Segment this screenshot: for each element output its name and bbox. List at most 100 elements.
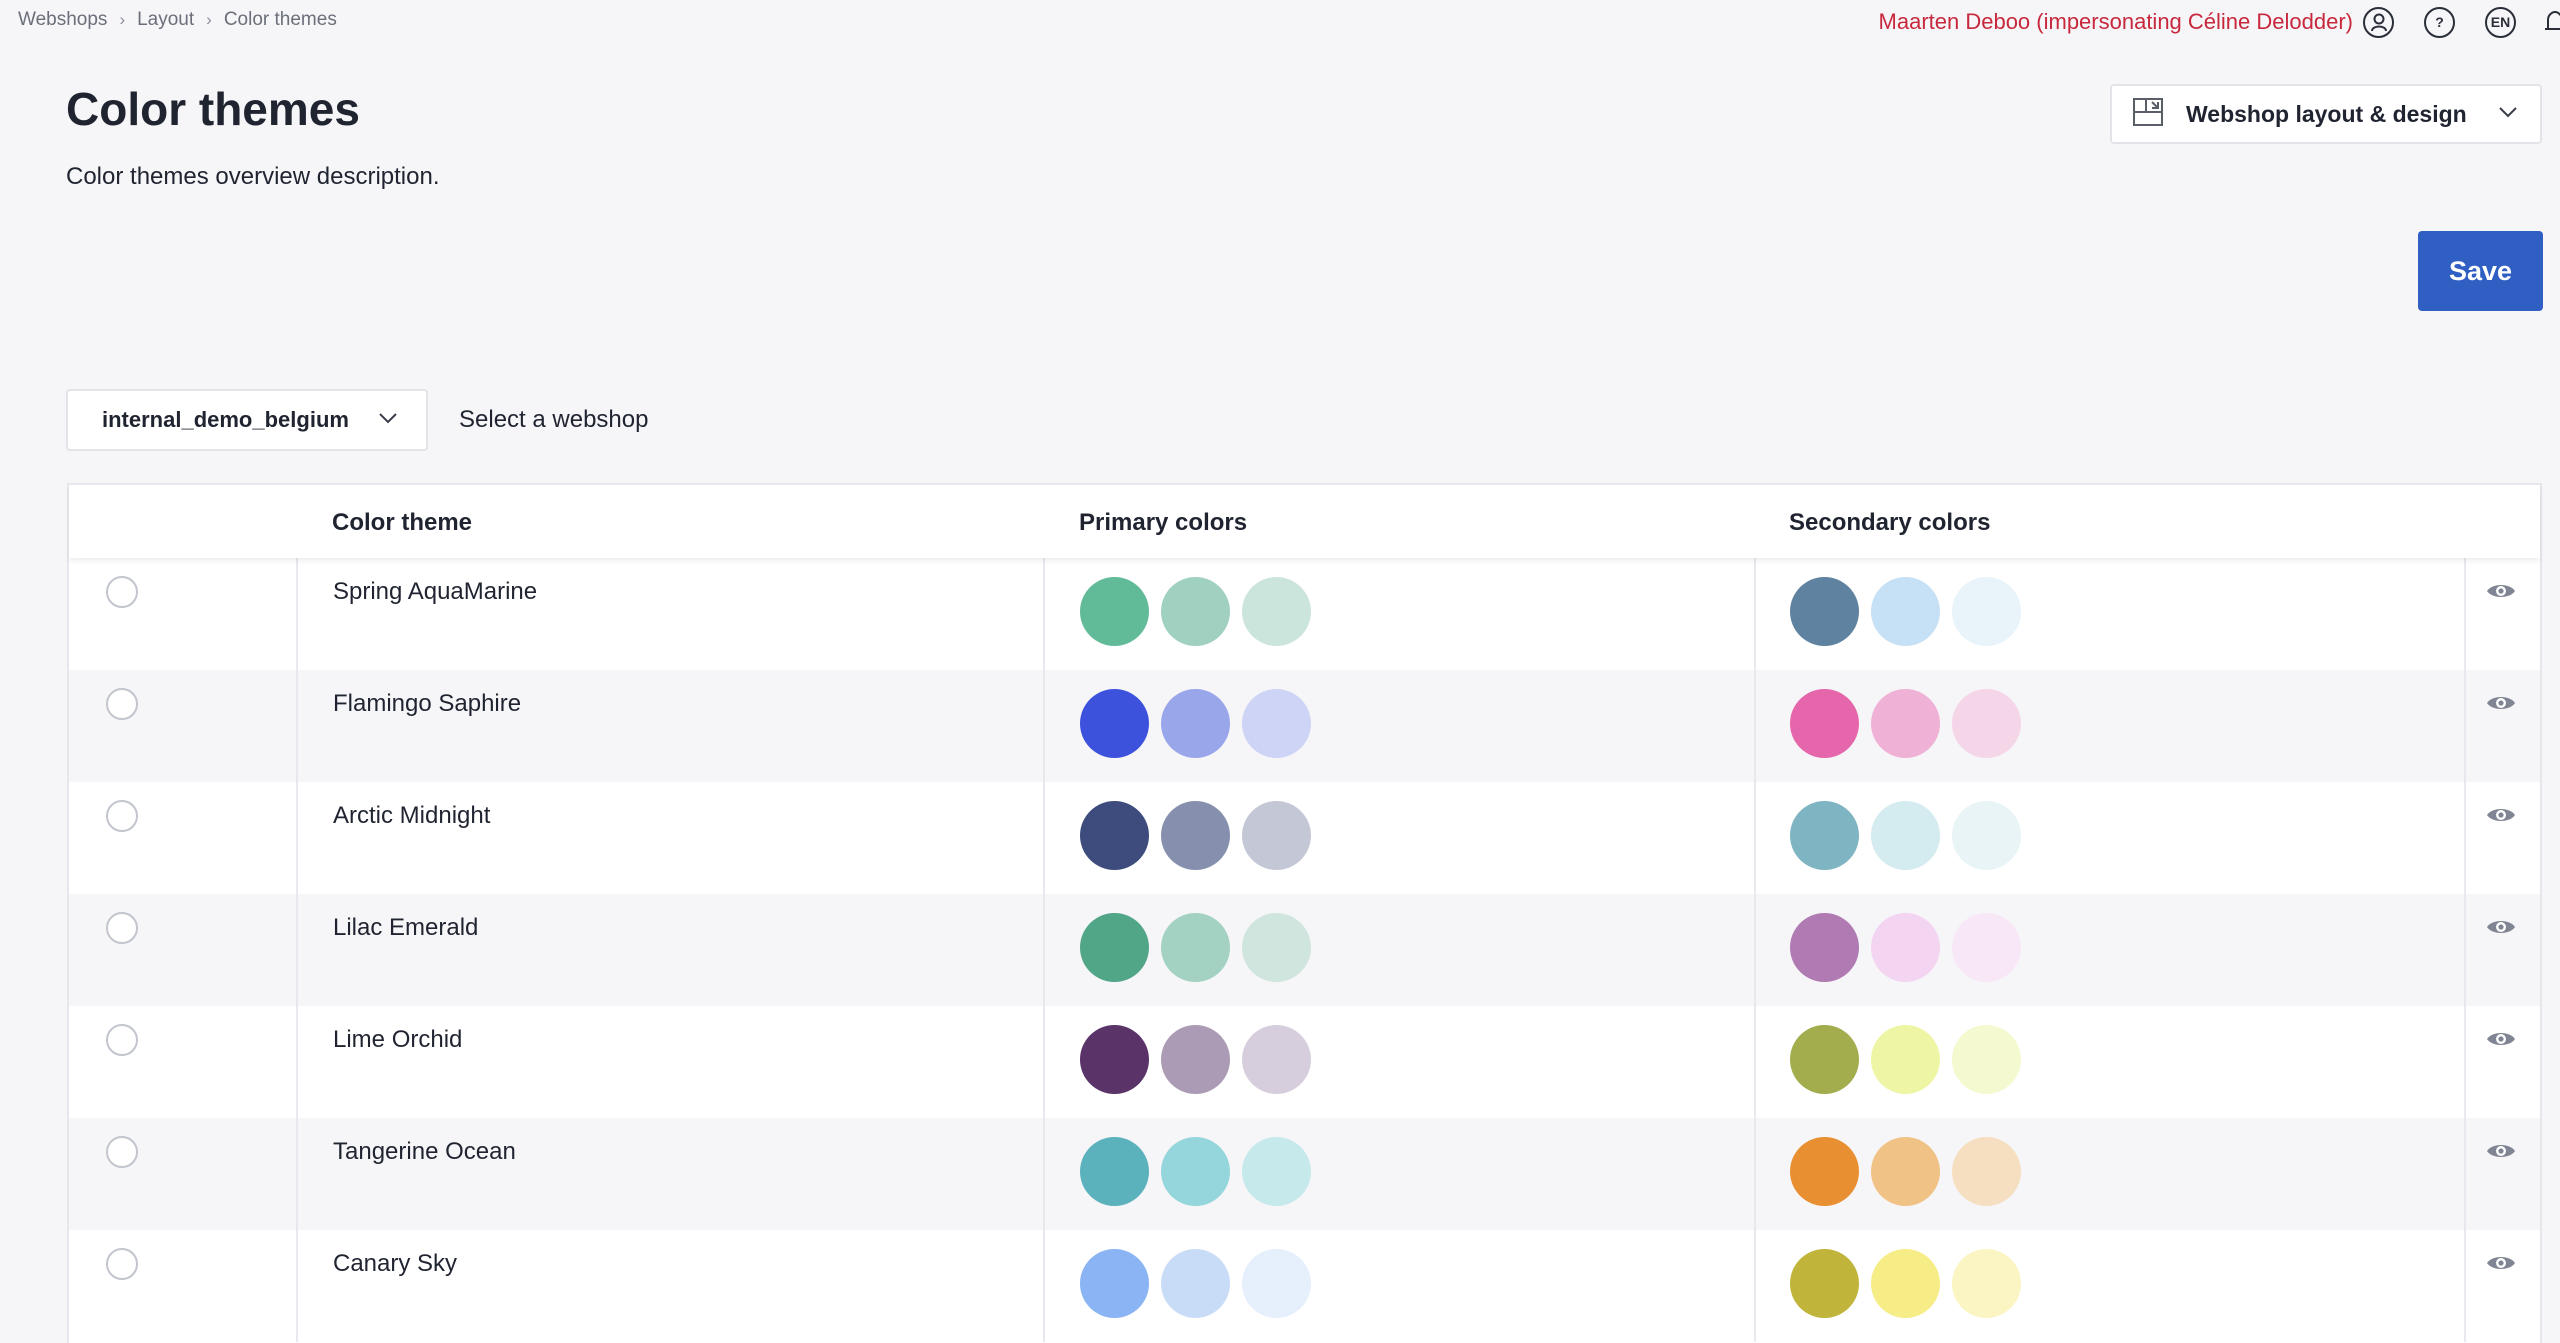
color-swatch <box>1790 1137 1859 1206</box>
column-divider <box>1754 1006 1756 1118</box>
color-swatch <box>1871 577 1940 646</box>
chevron-right-icon: › <box>206 10 212 29</box>
primary-swatches <box>1080 1249 1323 1318</box>
primary-swatches <box>1080 1137 1323 1206</box>
color-themes-table: Color theme Primary colors Secondary col… <box>67 483 2542 1343</box>
secondary-swatches <box>1790 913 2033 982</box>
eye-icon[interactable] <box>2486 805 2516 825</box>
theme-radio[interactable] <box>106 1024 138 1056</box>
color-swatch <box>1952 801 2021 870</box>
eye-icon[interactable] <box>2486 581 2516 601</box>
column-divider <box>2464 1230 2466 1342</box>
column-divider <box>1754 782 1756 894</box>
color-swatch <box>1871 1249 1940 1318</box>
color-swatch <box>1790 801 1859 870</box>
column-divider <box>2464 782 2466 894</box>
page-description: Color themes overview description. <box>66 163 440 190</box>
column-divider <box>1043 894 1045 1006</box>
color-swatch <box>1871 801 1940 870</box>
breadcrumb-webshops[interactable]: Webshops <box>18 9 107 31</box>
column-divider <box>2464 558 2466 670</box>
color-swatch <box>1161 1249 1230 1318</box>
color-swatch <box>1952 1025 2021 1094</box>
color-swatch <box>1871 1137 1940 1206</box>
column-header-theme: Color theme <box>332 509 473 536</box>
theme-name: Lilac Emerald <box>333 914 479 941</box>
theme-radio[interactable] <box>106 576 138 608</box>
color-swatch <box>1790 1249 1859 1318</box>
theme-name: Lime Orchid <box>333 1026 463 1053</box>
theme-radio[interactable] <box>106 1136 138 1168</box>
secondary-swatches <box>1790 577 2033 646</box>
secondary-swatches <box>1790 1249 2033 1318</box>
user-toolbar: Maarten Deboo (impersonating Céline Delo… <box>1879 0 2560 44</box>
webshop-dropdown-value: internal_demo_belgium <box>102 407 349 432</box>
chevron-right-icon: › <box>119 10 126 29</box>
section-dropdown[interactable]: Webshop layout & design <box>2110 84 2542 144</box>
eye-icon[interactable] <box>2486 1029 2516 1049</box>
color-swatch <box>1242 1025 1311 1094</box>
impersonate-icon[interactable] <box>2363 6 2394 38</box>
column-divider <box>1754 558 1756 670</box>
eye-icon[interactable] <box>2486 917 2516 937</box>
color-swatch <box>1790 913 1859 982</box>
bell-icon[interactable] <box>2540 7 2560 37</box>
color-swatch <box>1161 1137 1230 1206</box>
color-swatch <box>1952 1249 2021 1318</box>
theme-name: Flamingo Saphire <box>333 690 522 717</box>
layout-icon <box>2132 97 2164 132</box>
column-divider <box>1043 670 1045 782</box>
color-swatch <box>1080 913 1149 982</box>
table-row: Canary Sky <box>69 1230 2540 1342</box>
language-button[interactable]: EN <box>2485 6 2516 38</box>
table-header: Color theme Primary colors Secondary col… <box>69 485 2540 558</box>
column-divider <box>1043 782 1045 894</box>
column-divider <box>2464 670 2466 782</box>
primary-swatches <box>1080 577 1323 646</box>
column-divider <box>296 782 298 894</box>
column-divider <box>1043 1118 1045 1230</box>
breadcrumb-layout[interactable]: Layout <box>137 9 194 31</box>
section-dropdown-label: Webshop layout & design <box>2186 100 2467 127</box>
color-swatch <box>1952 1137 2021 1206</box>
column-divider <box>2464 1006 2466 1118</box>
column-divider <box>2464 894 2466 1006</box>
secondary-swatches <box>1790 1137 2033 1206</box>
color-swatch <box>1871 689 1940 758</box>
breadcrumb-current: Color themes <box>223 9 337 30</box>
color-swatch <box>1242 801 1311 870</box>
help-icon[interactable]: ? <box>2424 6 2455 38</box>
column-divider <box>296 1230 298 1342</box>
user-name[interactable]: Maarten Deboo (impersonating Céline Delo… <box>1879 9 2353 35</box>
color-swatch <box>1161 801 1230 870</box>
secondary-swatches <box>1790 689 2033 758</box>
color-swatch <box>1790 1025 1859 1094</box>
save-button[interactable]: Save <box>2418 231 2543 311</box>
breadcrumb: Webshops › Layout › Color themes <box>18 9 337 31</box>
eye-icon[interactable] <box>2486 693 2516 713</box>
color-swatch <box>1952 913 2021 982</box>
color-swatch <box>1161 689 1230 758</box>
color-swatch <box>1242 689 1311 758</box>
column-divider <box>296 1006 298 1118</box>
table-row: Lime Orchid <box>69 1006 2540 1118</box>
color-swatch <box>1871 913 1940 982</box>
theme-radio[interactable] <box>106 800 138 832</box>
eye-icon[interactable] <box>2486 1253 2516 1273</box>
theme-name: Tangerine Ocean <box>333 1138 516 1165</box>
column-divider <box>2464 1118 2466 1230</box>
eye-icon[interactable] <box>2486 1141 2516 1161</box>
theme-radio[interactable] <box>106 688 138 720</box>
column-header-secondary: Secondary colors <box>1789 509 1991 536</box>
theme-radio[interactable] <box>106 912 138 944</box>
color-swatch <box>1080 689 1149 758</box>
theme-name: Canary Sky <box>333 1250 458 1277</box>
table-row: Lilac Emerald <box>69 894 2540 1006</box>
webshop-dropdown[interactable]: internal_demo_belgium <box>66 389 428 451</box>
column-header-primary: Primary colors <box>1079 509 1248 536</box>
column-divider <box>1754 894 1756 1006</box>
color-swatch <box>1952 689 2021 758</box>
column-divider <box>1754 1118 1756 1230</box>
secondary-swatches <box>1790 1025 2033 1094</box>
theme-radio[interactable] <box>106 1248 138 1280</box>
